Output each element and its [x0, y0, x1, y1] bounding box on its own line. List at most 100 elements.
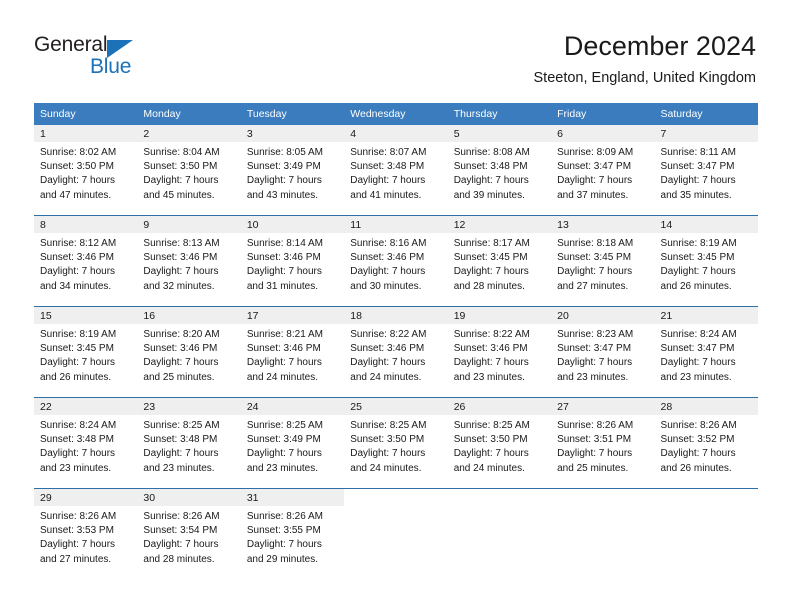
calendar-cell-empty	[447, 488, 552, 579]
calendar-day-cell[interactable]: 30 Sunrise: 8:26 AM Sunset: 3:54 PM Dayligh…	[137, 488, 241, 579]
weekday-header-tuesday: Tuesday	[240, 103, 345, 125]
day-daylight2-text: and 23 minutes.	[453, 371, 525, 383]
day-daylight2-text: and 28 minutes.	[143, 553, 215, 565]
day-sunset-text: Sunset: 3:46 PM	[453, 343, 528, 355]
day-sunrise-text: Sunrise: 8:08 AM	[453, 147, 530, 158]
calendar-day-cell[interactable]: 31 Sunrise: 8:26 AM Sunset: 3:55 PM Dayligh…	[240, 488, 345, 579]
calendar-week-row: 22 Sunrise: 8:24 AM Sunset: 3:48 PM Dayligh…	[34, 397, 758, 489]
day-details: Sunrise: 8:26 AM Sunset: 3:53 PM Daylight:…	[34, 506, 137, 567]
calendar-day-cell[interactable]: 24 Sunrise: 8:25 AM Sunset: 3:49 PM Dayligh…	[240, 397, 345, 489]
calendar-day-cell[interactable]: 2 Sunrise: 8:04 AM Sunset: 3:50 PM Daylight…	[137, 125, 241, 216]
day-sunset-text: Sunset: 3:46 PM	[246, 252, 321, 264]
calendar-day-cell[interactable]: 25 Sunrise: 8:25 AM Sunset: 3:50 PM Dayligh…	[344, 397, 448, 489]
calendar-day-cell[interactable]: 3 Sunrise: 8:05 AM Sunset: 3:49 PM Daylight…	[240, 125, 345, 216]
day-daylight1-text: Daylight: 7 hours	[143, 448, 219, 460]
day-sunset-text: Sunset: 3:52 PM	[660, 434, 735, 446]
day-number: 9	[137, 216, 241, 233]
day-daylight2-text: and 34 minutes.	[40, 280, 112, 292]
calendar-day-cell[interactable]: 11 Sunrise: 8:16 AM Sunset: 3:46 PM Dayligh…	[344, 215, 448, 307]
day-sunrise-text: Sunrise: 8:11 AM	[660, 147, 736, 158]
day-sunset-text: Sunset: 3:49 PM	[246, 161, 321, 173]
day-daylight1-text: Daylight: 7 hours	[246, 539, 322, 551]
calendar-day-cell[interactable]: 5 Sunrise: 8:08 AM Sunset: 3:48 PM Daylight…	[447, 125, 552, 216]
day-sunrise-text: Sunrise: 8:26 AM	[246, 511, 323, 522]
calendar-day-cell[interactable]: 28 Sunrise: 8:26 AM Sunset: 3:52 PM Dayligh…	[654, 397, 758, 489]
day-number: 4	[344, 125, 448, 142]
calendar-day-cell[interactable]: 23 Sunrise: 8:25 AM Sunset: 3:48 PM Dayligh…	[137, 397, 241, 489]
calendar-day-cell[interactable]: 16 Sunrise: 8:20 AM Sunset: 3:46 PM Dayligh…	[137, 306, 241, 398]
day-sunset-text: Sunset: 3:45 PM	[557, 252, 632, 264]
day-daylight1-text: Daylight: 7 hours	[660, 357, 736, 369]
day-number: 15	[34, 307, 138, 324]
day-daylight2-text: and 24 minutes.	[246, 371, 319, 383]
calendar-day-cell[interactable]: 15 Sunrise: 8:19 AM Sunset: 3:45 PM Dayligh…	[34, 306, 138, 398]
calendar-day-cell[interactable]: 6 Sunrise: 8:09 AM Sunset: 3:47 PM Daylight…	[551, 125, 655, 216]
day-sunset-text: Sunset: 3:53 PM	[40, 525, 114, 537]
day-number: 22	[34, 398, 138, 415]
day-daylight2-text: and 37 minutes.	[557, 189, 629, 201]
day-daylight1-text: Daylight: 7 hours	[40, 448, 116, 460]
day-daylight1-text: Daylight: 7 hours	[40, 357, 116, 369]
calendar-day-cell[interactable]: 13 Sunrise: 8:18 AM Sunset: 3:45 PM Dayligh…	[551, 215, 655, 307]
day-details: Sunrise: 8:02 AM Sunset: 3:50 PM Daylight:…	[34, 142, 137, 203]
general-blue-logo[interactable]: General Blue	[34, 34, 174, 84]
day-daylight1-text: Daylight: 7 hours	[350, 175, 426, 187]
day-details: Sunrise: 8:20 AM Sunset: 3:46 PM Daylight:…	[137, 324, 240, 385]
day-daylight2-text: and 39 minutes.	[453, 189, 525, 201]
day-daylight1-text: Daylight: 7 hours	[40, 175, 116, 187]
day-number: 12	[447, 216, 552, 233]
day-sunrise-text: Sunrise: 8:22 AM	[453, 329, 530, 340]
day-sunset-text: Sunset: 3:45 PM	[660, 252, 735, 264]
calendar-day-cell[interactable]: 4 Sunrise: 8:07 AM Sunset: 3:48 PM Daylight…	[344, 125, 448, 216]
day-daylight2-text: and 26 minutes.	[660, 462, 732, 474]
day-number: 10	[240, 216, 345, 233]
day-daylight1-text: Daylight: 7 hours	[660, 448, 736, 460]
calendar-day-cell[interactable]: 8 Sunrise: 8:12 AM Sunset: 3:46 PM Daylight…	[34, 215, 138, 307]
day-details: Sunrise: 8:08 AM Sunset: 3:48 PM Daylight:…	[448, 142, 551, 203]
calendar-day-cell[interactable]: 9 Sunrise: 8:13 AM Sunset: 3:46 PM Daylight…	[137, 215, 241, 307]
day-details: Sunrise: 8:11 AM Sunset: 3:47 PM Daylight:…	[655, 142, 758, 203]
calendar-day-cell[interactable]: 12 Sunrise: 8:17 AM Sunset: 3:45 PM Dayligh…	[447, 215, 552, 307]
day-daylight2-text: and 32 minutes.	[143, 280, 215, 292]
calendar-day-cell[interactable]: 22 Sunrise: 8:24 AM Sunset: 3:48 PM Dayligh…	[34, 397, 138, 489]
day-details: Sunrise: 8:25 AM Sunset: 3:50 PM Daylight:…	[344, 415, 447, 476]
day-number: 16	[137, 307, 241, 324]
day-number: 23	[137, 398, 241, 415]
day-sunrise-text: Sunrise: 8:05 AM	[246, 147, 323, 158]
calendar-day-cell[interactable]: 19 Sunrise: 8:22 AM Sunset: 3:46 PM Dayligh…	[447, 306, 552, 398]
calendar-day-cell[interactable]: 1 Sunrise: 8:02 AM Sunset: 3:50 PM Daylight…	[34, 125, 138, 216]
day-sunrise-text: Sunrise: 8:24 AM	[40, 420, 117, 431]
title-block: December 2024 Steeton, England, United K…	[534, 30, 756, 88]
day-sunset-text: Sunset: 3:45 PM	[40, 343, 114, 355]
calendar-day-cell[interactable]: 29 Sunrise: 8:26 AM Sunset: 3:53 PM Dayligh…	[34, 488, 138, 579]
calendar-day-cell[interactable]: 10 Sunrise: 8:14 AM Sunset: 3:46 PM Dayligh…	[240, 215, 345, 307]
day-details: Sunrise: 8:21 AM Sunset: 3:46 PM Daylight:…	[241, 324, 344, 385]
day-daylight2-text: and 35 minutes.	[660, 189, 732, 201]
calendar-day-cell[interactable]: 17 Sunrise: 8:21 AM Sunset: 3:46 PM Dayligh…	[240, 306, 345, 398]
weekday-header-sunday: Sunday	[34, 103, 138, 125]
weekday-header-wednesday: Wednesday	[344, 103, 448, 125]
day-details: Sunrise: 8:12 AM Sunset: 3:46 PM Daylight:…	[34, 233, 137, 294]
calendar-day-cell[interactable]: 26 Sunrise: 8:25 AM Sunset: 3:50 PM Dayligh…	[447, 397, 552, 489]
day-details: Sunrise: 8:19 AM Sunset: 3:45 PM Daylight:…	[34, 324, 137, 385]
day-sunrise-text: Sunrise: 8:24 AM	[660, 329, 737, 340]
calendar-day-cell[interactable]: 14 Sunrise: 8:19 AM Sunset: 3:45 PM Dayligh…	[654, 215, 758, 307]
day-daylight1-text: Daylight: 7 hours	[660, 175, 736, 187]
day-sunrise-text: Sunrise: 8:25 AM	[350, 420, 427, 431]
day-details: Sunrise: 8:25 AM Sunset: 3:49 PM Daylight:…	[241, 415, 344, 476]
weekday-header-thursday: Thursday	[447, 103, 552, 125]
day-sunrise-text: Sunrise: 8:21 AM	[246, 329, 323, 340]
day-details: Sunrise: 8:25 AM Sunset: 3:50 PM Daylight:…	[448, 415, 551, 476]
calendar-day-cell[interactable]: 21 Sunrise: 8:24 AM Sunset: 3:47 PM Dayligh…	[654, 306, 758, 398]
calendar-week-row: 15 Sunrise: 8:19 AM Sunset: 3:45 PM Dayligh…	[34, 306, 758, 398]
day-daylight2-text: and 27 minutes.	[40, 553, 112, 565]
day-sunset-text: Sunset: 3:55 PM	[246, 525, 321, 537]
calendar-day-cell[interactable]: 20 Sunrise: 8:23 AM Sunset: 3:47 PM Dayligh…	[551, 306, 655, 398]
calendar-day-cell[interactable]: 7 Sunrise: 8:11 AM Sunset: 3:47 PM Daylight…	[654, 125, 758, 216]
calendar-day-cell[interactable]: 18 Sunrise: 8:22 AM Sunset: 3:46 PM Dayligh…	[344, 306, 448, 398]
day-sunset-text: Sunset: 3:46 PM	[143, 252, 218, 264]
logo-text-blue: Blue	[90, 55, 132, 78]
day-daylight1-text: Daylight: 7 hours	[143, 539, 219, 551]
calendar-day-cell[interactable]: 27 Sunrise: 8:26 AM Sunset: 3:51 PM Dayligh…	[551, 397, 655, 489]
day-daylight2-text: and 43 minutes.	[246, 189, 319, 201]
